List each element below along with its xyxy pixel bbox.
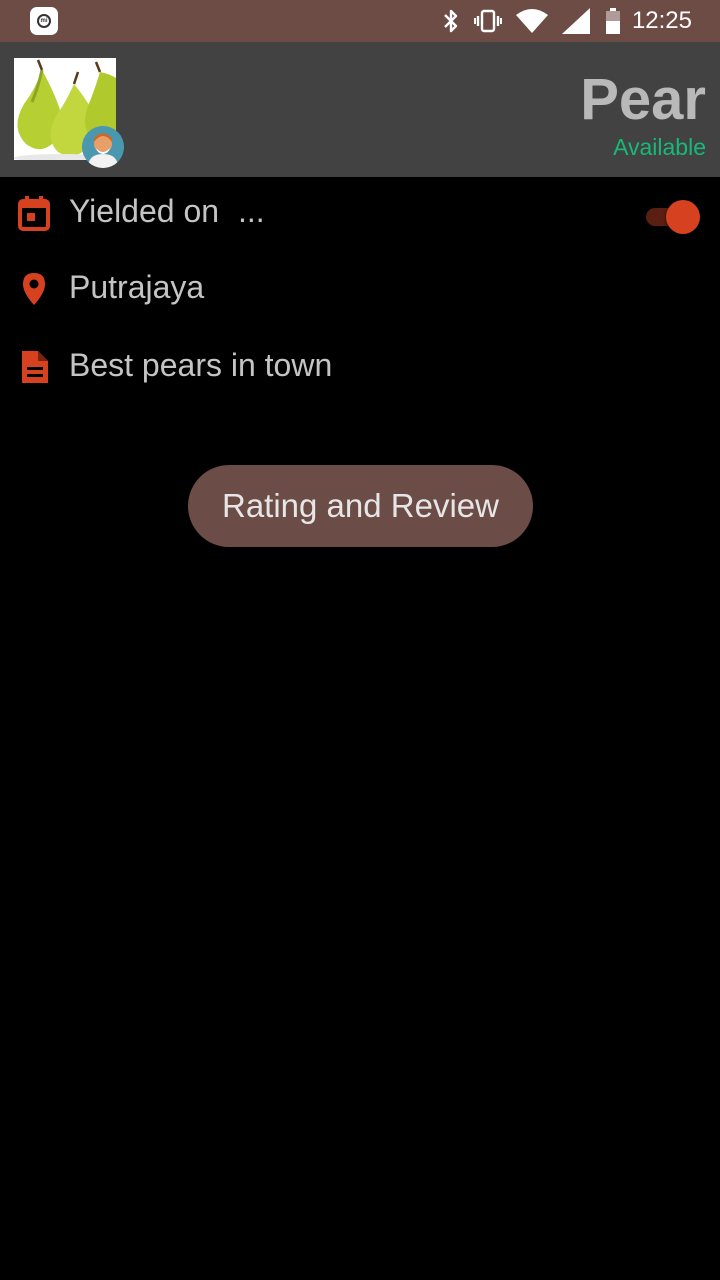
status-icons: 12:25 [442, 0, 720, 42]
wifi-icon [515, 9, 548, 33]
yield-date-row: Yielded on ... [0, 183, 720, 243]
status-time: 12:25 [631, 7, 692, 34]
yield-date-text: Yielded on ... [69, 193, 265, 230]
status-bar: mi 12:25 [0, 0, 720, 42]
app-notification-icon: mi [30, 7, 58, 35]
availability-status: Available [613, 134, 706, 160]
vibrate-icon [473, 8, 502, 34]
availability-toggle[interactable] [642, 200, 700, 234]
product-title: Pear [580, 67, 706, 132]
location-pin-icon [18, 271, 52, 307]
description-row: Best pears in town [0, 337, 720, 397]
bluetooth-icon [442, 8, 460, 34]
product-header: Pear Available [0, 42, 720, 177]
location-text: Putrajaya [69, 269, 205, 305]
yield-label: Yielded on [69, 193, 220, 229]
description-text: Best pears in town [69, 347, 333, 383]
calendar-icon [18, 195, 52, 231]
signal-icon [561, 8, 590, 34]
toggle-thumb [666, 200, 700, 234]
rating-review-button[interactable]: Rating and Review [188, 465, 533, 547]
farmer-avatar-icon [82, 126, 124, 168]
battery-icon [605, 8, 620, 34]
document-icon [18, 349, 52, 385]
location-row: Putrajaya [0, 259, 720, 319]
yield-value: ... [237, 193, 265, 229]
